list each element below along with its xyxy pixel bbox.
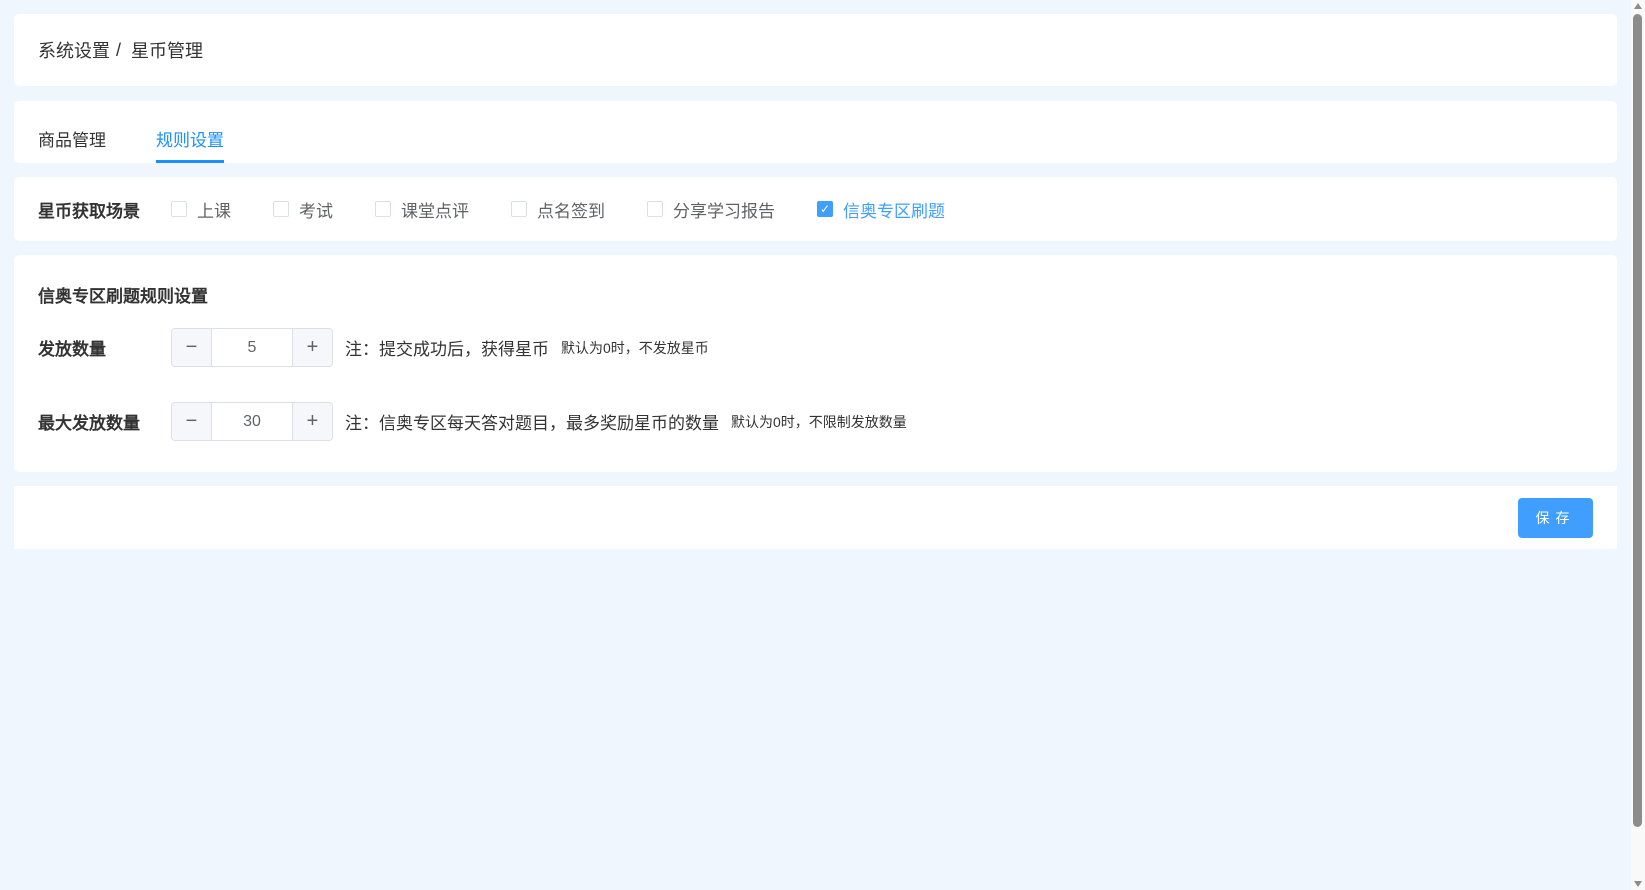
checkbox-icon[interactable] [647,201,663,217]
issue-quantity-row: 发放数量 − + 注：提交成功后，获得星币 默认为0时，不发放星币 [38,328,709,367]
checkbox-icon[interactable] [273,201,289,217]
checkbox-roll-call[interactable]: 点名签到 [511,197,605,222]
save-button[interactable]: 保存 [1518,498,1593,538]
tab-product-management[interactable]: 商品管理 [38,101,106,163]
breadcrumb-current: 星币管理 [131,41,204,61]
checkbox-icon[interactable] [511,201,527,217]
decrement-button[interactable]: − [172,329,212,366]
decrement-button[interactable]: − [172,403,212,440]
increment-button[interactable]: + [292,329,332,366]
scrollbar-thumb[interactable] [1633,14,1642,827]
checkbox-label: 上课 [197,201,231,221]
issue-hint: 默认为0时，不发放星币 [561,339,709,356]
checkbox-olympiad-practice[interactable]: ✓ 信奥专区刷题 [817,197,945,222]
breadcrumb: 系统设置 / 星币管理 [14,14,1617,86]
scene-label: 星币获取场景 [38,201,140,221]
tab-rule-settings[interactable]: 规则设置 [156,101,224,163]
tab-bar: 商品管理 规则设置 [14,101,1617,163]
scroll-down-arrow-icon[interactable] [1634,881,1642,887]
checkbox-label: 点名签到 [537,201,605,221]
checkmark-icon[interactable]: ✓ [817,201,833,217]
breadcrumb-parent[interactable]: 系统设置 [38,37,110,63]
checkbox-label: 信奥专区刷题 [843,201,945,221]
checkbox-label: 考试 [299,201,333,221]
checkbox-class-review[interactable]: 课堂点评 [375,197,469,222]
footer-bar: 保存 [14,486,1617,549]
rules-panel: 信奥专区刷题规则设置 发放数量 − + 注：提交成功后，获得星币 默认为0时，不… [14,255,1617,472]
issue-quantity-stepper: − + [171,328,333,367]
issue-quantity-label: 发放数量 [38,340,106,359]
issue-note: 注：提交成功后，获得星币 [345,340,549,359]
max-quantity-label: 最大发放数量 [38,414,140,433]
max-hint: 默认为0时，不限制发放数量 [731,413,907,430]
scene-selector: 星币获取场景 上课 考试 课堂点评 点名签到 分享学习报告 ✓ 信奥专区刷题 [14,177,1617,241]
checkbox-class[interactable]: 上课 [171,197,231,222]
scroll-up-arrow-icon[interactable] [1634,3,1642,9]
increment-button[interactable]: + [292,403,332,440]
checkbox-label: 课堂点评 [401,201,469,221]
checkbox-label: 分享学习报告 [673,201,775,221]
scrollbar[interactable] [1631,0,1645,890]
max-quantity-input[interactable] [212,403,292,440]
checkbox-share-report[interactable]: 分享学习报告 [647,197,775,222]
issue-quantity-input[interactable] [212,329,292,366]
checkbox-icon[interactable] [171,201,187,217]
max-quantity-row: 最大发放数量 − + 注：信奥专区每天答对题目，最多奖励星币的数量 默认为0时，… [38,402,907,441]
max-quantity-stepper: − + [171,402,333,441]
rules-title: 信奥专区刷题规则设置 [38,287,208,306]
checkbox-icon[interactable] [375,201,391,217]
checkbox-exam[interactable]: 考试 [273,197,333,222]
breadcrumb-separator: / [116,39,122,60]
max-note: 注：信奥专区每天答对题目，最多奖励星币的数量 [345,414,719,433]
